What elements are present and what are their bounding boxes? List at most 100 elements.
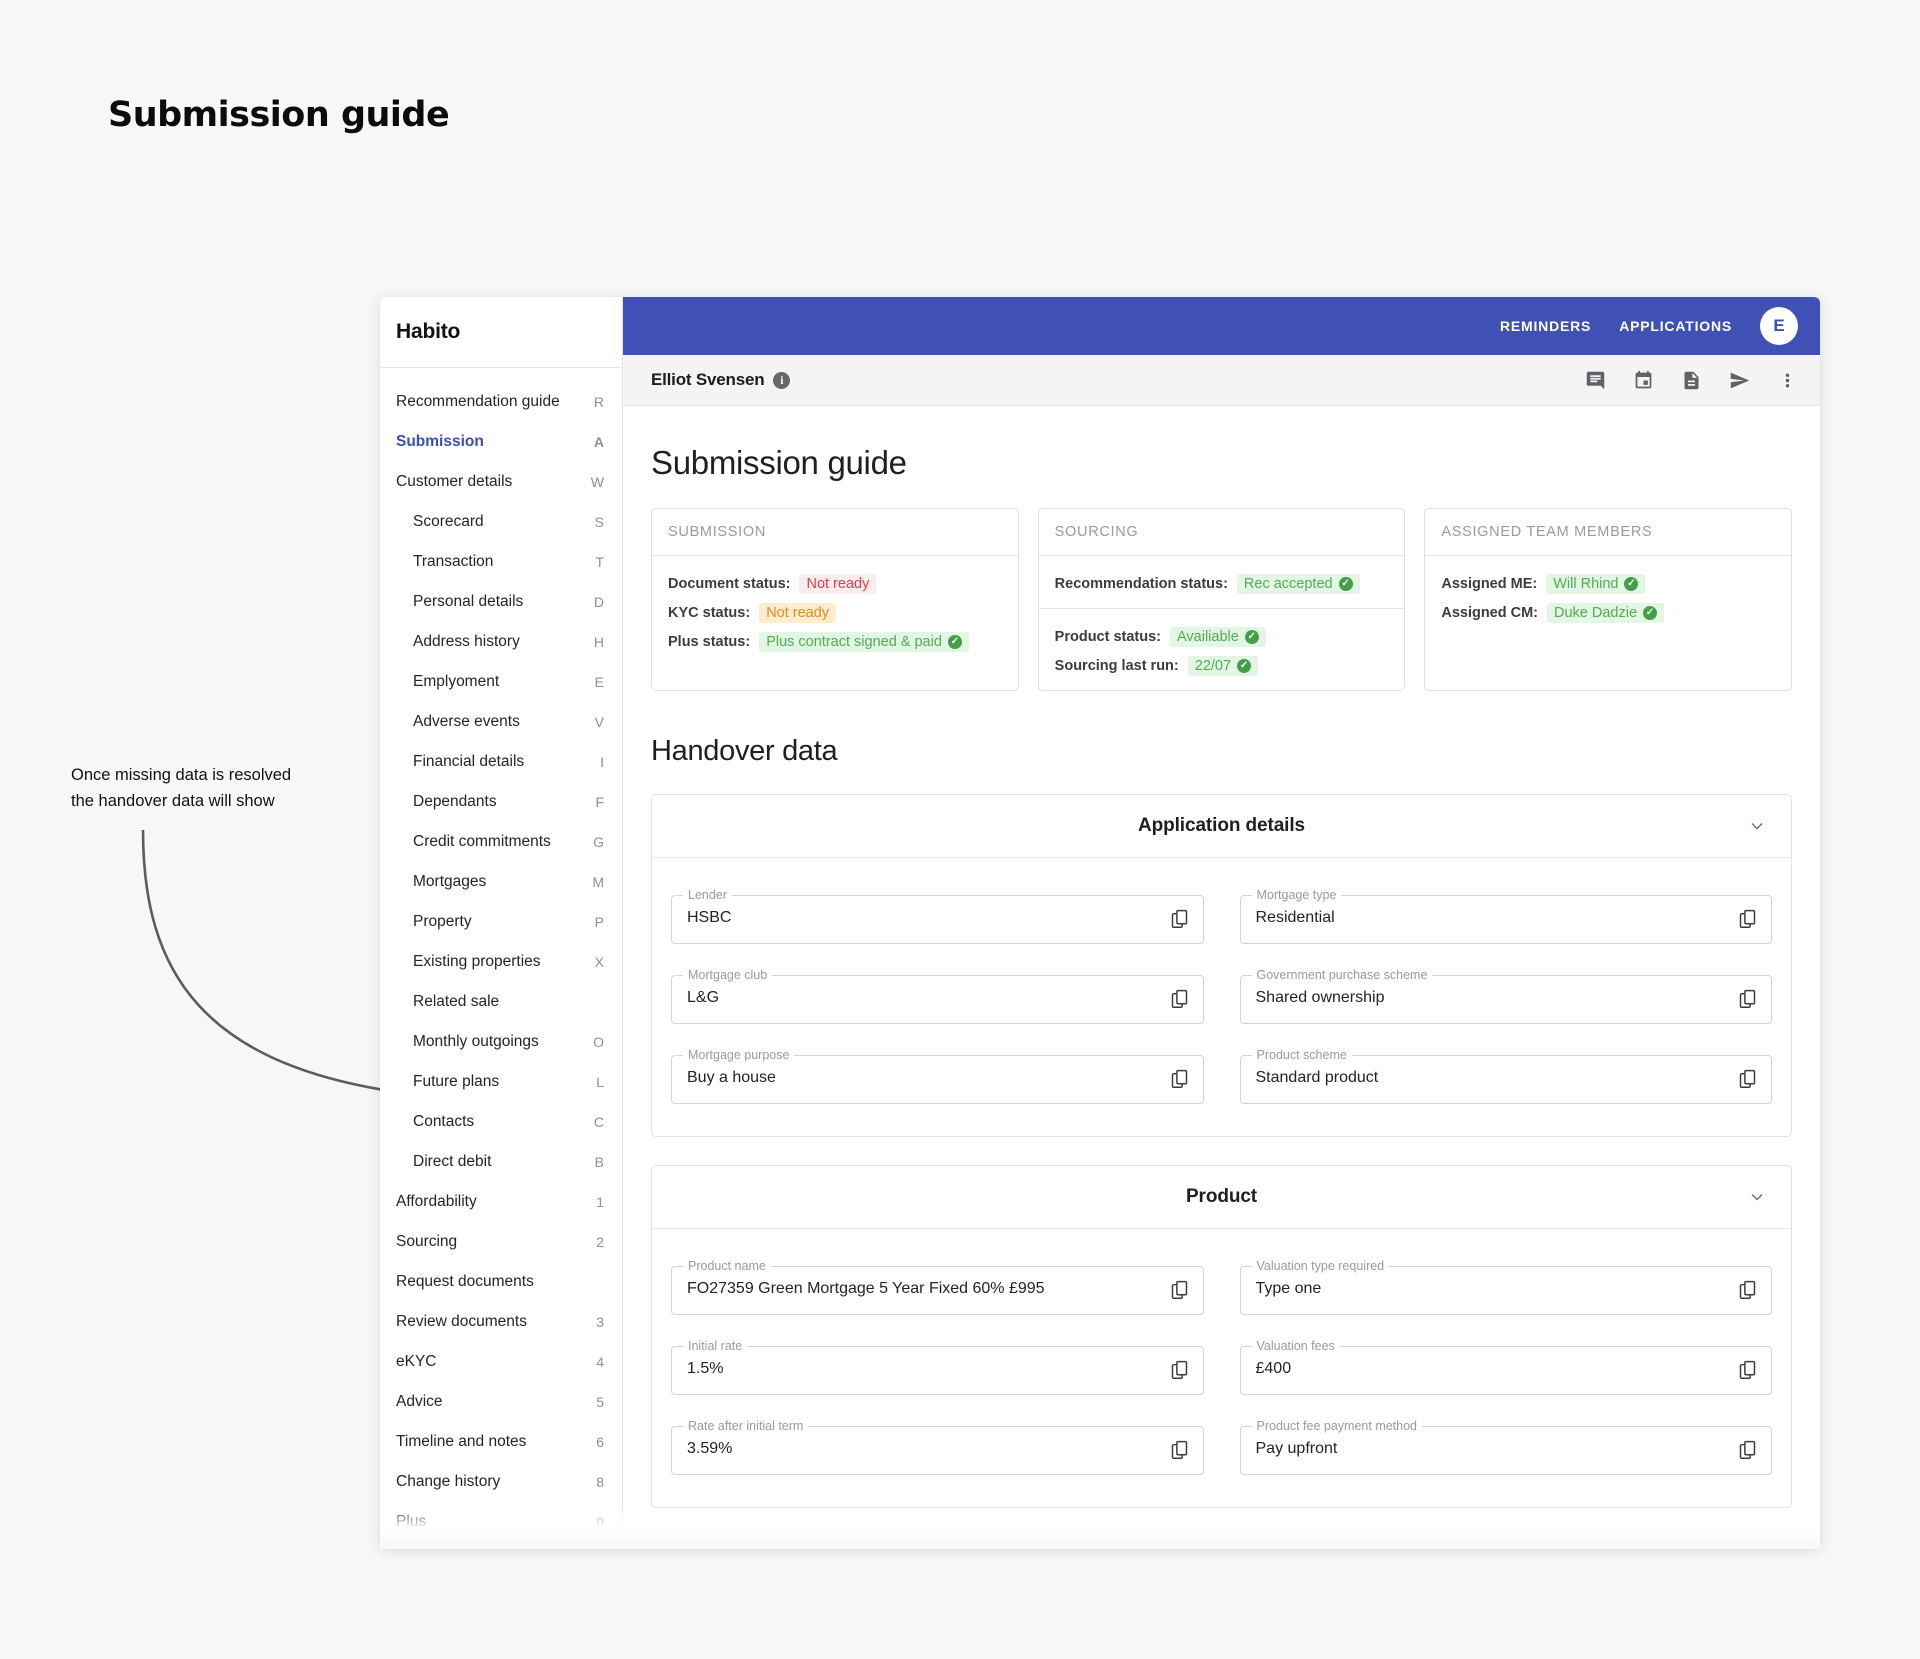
annotation-note: Once missing data is resolved the handov… — [71, 766, 292, 810]
sidebar-item-label: Future plans — [413, 1073, 500, 1090]
sidebar-item-recommendation-guide[interactable]: Recommendation guide R — [380, 382, 622, 422]
copy-icon[interactable] — [1737, 1064, 1758, 1089]
comment-icon[interactable] — [1584, 369, 1606, 391]
panel-body: Lender HSBC Mortgage type Residential Mortga… — [652, 858, 1791, 1136]
status-card-row: SUBMISSION Document status: Not ready KYC s… — [651, 508, 1793, 691]
copy-icon[interactable] — [1737, 1275, 1758, 1300]
document-icon[interactable] — [1680, 369, 1702, 391]
sidebar-item-emplyoment[interactable]: Emplyoment E — [380, 662, 622, 702]
sidebar-item-advice[interactable]: Advice 5 — [380, 1382, 622, 1422]
sidebar-item-property[interactable]: Property P — [380, 902, 622, 942]
sidebar-item-sourcing[interactable]: Sourcing 2 — [380, 1222, 622, 1262]
field-outline: Lender — [671, 888, 1204, 944]
app-window: Habito Recommendation guide R Submission A C… — [380, 297, 1820, 1547]
brand-logo[interactable]: Habito — [380, 297, 622, 368]
sidebar-item-submission[interactable]: Submission A — [380, 422, 622, 462]
form-field[interactable]: Product scheme Standard product — [1239, 1048, 1772, 1104]
field-label: Valuation type required — [1256, 1259, 1385, 1273]
expansion-panel: Application details Lender HSBC Mortgage ty… — [651, 794, 1792, 1137]
sidebar-item-transaction[interactable]: Transaction T — [380, 542, 622, 582]
form-field[interactable]: Government purchase scheme Shared ownersh… — [1239, 968, 1772, 1024]
sidebar-item-label: Submission — [396, 433, 484, 450]
sidebar-item-label: Recommendation guide — [396, 393, 560, 410]
sidebar-item-address-history[interactable]: Address history H — [380, 622, 622, 662]
field-label: Lender — [688, 888, 727, 902]
copy-icon[interactable] — [1169, 1275, 1190, 1300]
sidebar-item-label: Contacts — [413, 1113, 475, 1130]
copy-icon[interactable] — [1169, 1064, 1190, 1089]
sidebar-item-change-history[interactable]: Change history 8 — [380, 1462, 622, 1502]
form-field[interactable]: Valuation type required Type one — [1239, 1259, 1772, 1315]
status-badge-value: Availiable — [1177, 629, 1239, 645]
sidebar-item-dependants[interactable]: Dependants F — [380, 782, 622, 822]
form-field[interactable]: Mortgage purpose Buy a house — [671, 1048, 1204, 1104]
copy-icon[interactable] — [1737, 904, 1758, 929]
sidebar-item-mortgages[interactable]: Mortgages M — [380, 862, 622, 902]
info-icon[interactable]: i — [773, 371, 791, 389]
status-badge-value: Will Rhind — [1553, 576, 1619, 592]
sidebar-item-related-sale[interactable]: Related sale — [380, 982, 622, 1022]
content-scroll-area[interactable]: Submission guide SUBMISSION Document stat… — [623, 406, 1820, 1547]
form-field[interactable]: Mortgage club L&G — [671, 968, 1204, 1024]
copy-icon[interactable] — [1169, 904, 1190, 929]
sidebar-item-label: eKYC — [396, 1353, 437, 1370]
sidebar-item-shortcut: E — [594, 674, 604, 690]
form-field[interactable]: Product fee payment method Pay upfront — [1239, 1419, 1772, 1475]
copy-icon[interactable] — [1737, 1355, 1758, 1380]
sidebar-item-personal-details[interactable]: Personal details D — [380, 582, 622, 622]
sidebar-item-future-plans[interactable]: Future plans L — [380, 1062, 622, 1102]
status-badge-value: Duke Dadzie — [1554, 605, 1638, 621]
status-line: Document status: Not ready — [668, 574, 1002, 594]
sidebar-item-affordability[interactable]: Affordability 1 — [380, 1182, 622, 1222]
status-card-title: SOURCING — [1038, 509, 1405, 556]
panel-header[interactable]: Product — [652, 1166, 1791, 1229]
status-badge: Duke Dadzie ✓ — [1547, 603, 1665, 623]
sidebar-item-direct-debit[interactable]: Direct debit B — [380, 1142, 622, 1182]
sidebar-item-existing-properties[interactable]: Existing properties X — [380, 942, 622, 982]
copy-icon[interactable] — [1737, 1435, 1758, 1460]
copy-icon[interactable] — [1169, 1435, 1190, 1460]
sidebar-item-customer-details[interactable]: Customer details W — [380, 462, 622, 502]
sidebar-item-monthly-outgoings[interactable]: Monthly outgoings O — [380, 1022, 622, 1062]
nav-link-applications[interactable]: APPLICATIONS — [1619, 318, 1732, 334]
sidebar-item-review-documents[interactable]: Review documents 3 — [380, 1302, 622, 1342]
chevron-down-icon[interactable] — [1747, 1187, 1767, 1207]
chevron-down-icon[interactable] — [1747, 816, 1767, 836]
copy-icon[interactable] — [1737, 984, 1758, 1009]
form-field[interactable]: Mortgage type Residential — [1239, 888, 1772, 944]
form-field[interactable]: Lender HSBC — [671, 888, 1204, 944]
sidebar-item-contacts[interactable]: Contacts C — [380, 1102, 622, 1142]
sidebar-item-label: Existing properties — [413, 953, 541, 970]
form-field[interactable]: Product name FO27359 Green Mortgage 5 Yea… — [671, 1259, 1204, 1315]
sidebar-item-shortcut: O — [593, 1034, 604, 1050]
copy-icon[interactable] — [1169, 984, 1190, 1009]
field-outline: Product name — [671, 1259, 1204, 1315]
sidebar-item-request-documents[interactable]: Request documents — [380, 1262, 622, 1302]
copy-icon[interactable] — [1169, 1355, 1190, 1380]
status-line: Sourcing last run: 22/07 ✓ — [1055, 656, 1389, 676]
sidebar-item-adverse-events[interactable]: Adverse events V — [380, 702, 622, 742]
sidebar-item-financial-details[interactable]: Financial details I — [380, 742, 622, 782]
sidebar-item-timeline-and-notes[interactable]: Timeline and notes 6 — [380, 1422, 622, 1462]
status-group: Assigned ME: Will Rhind ✓ Assigned CM: Duke … — [1425, 556, 1791, 637]
sidebar-item-ekyc[interactable]: eKYC 4 — [380, 1342, 622, 1382]
status-card: SOURCING Recommendation status: Rec accept… — [1037, 508, 1406, 691]
form-field[interactable]: Rate after initial term 3.59% — [671, 1419, 1204, 1475]
send-icon[interactable] — [1728, 369, 1750, 391]
form-field[interactable]: Initial rate 1.5% — [671, 1339, 1204, 1395]
sidebar-item-plus[interactable]: Plus 9 — [380, 1502, 622, 1542]
avatar[interactable]: E — [1760, 307, 1798, 345]
sidebar-item-credit-commitments[interactable]: Credit commitments G — [380, 822, 622, 862]
more-vert-icon[interactable] — [1776, 369, 1798, 391]
nav-link-reminders[interactable]: REMINDERS — [1500, 318, 1591, 334]
field-label: Mortgage type — [1256, 888, 1337, 902]
panel-header[interactable]: Application details — [652, 795, 1791, 858]
customer-identity: Elliot Svensen i — [651, 370, 791, 390]
form-field[interactable]: Valuation fees £400 — [1239, 1339, 1772, 1395]
sidebar-item-shortcut: 5 — [596, 1394, 604, 1410]
field-label: Product fee payment method — [1256, 1419, 1418, 1433]
field-label: Valuation fees — [1256, 1339, 1335, 1353]
sidebar-item-scorecard[interactable]: Scorecard S — [380, 502, 622, 542]
sidebar-item-shortcut: T — [595, 554, 604, 570]
calendar-icon[interactable] — [1632, 369, 1654, 391]
